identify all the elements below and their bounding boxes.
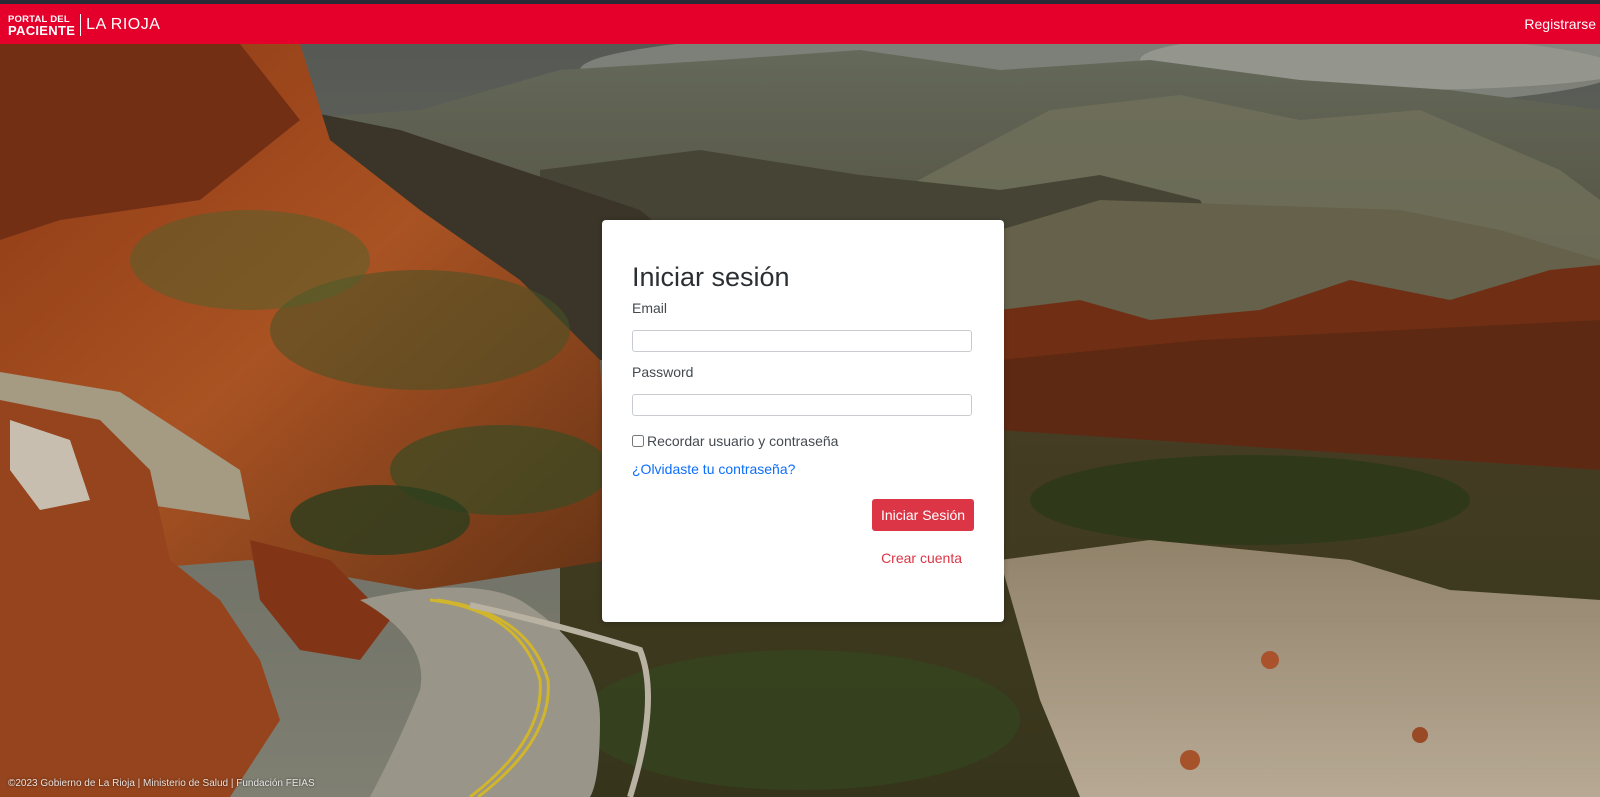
brand-line-2: PACIENTE xyxy=(8,22,76,38)
remember-checkbox[interactable] xyxy=(632,435,644,447)
create-account-link[interactable]: Crear cuenta xyxy=(881,550,962,566)
footer-copyright: ©2023 Gobierno de La Rioja | Ministerio … xyxy=(8,778,315,789)
register-link[interactable]: Registrarse xyxy=(1524,16,1596,32)
navbar: PORTAL DEL PACIENTE LA RIOJA Registrarse xyxy=(0,4,1600,44)
login-title: Iniciar sesión xyxy=(632,262,790,292)
email-input[interactable] xyxy=(632,330,972,352)
password-input[interactable] xyxy=(632,394,972,416)
remember-label: Recordar usuario y contraseña xyxy=(647,433,839,449)
brand-name: PORTAL DEL PACIENTE xyxy=(8,13,82,38)
forgot-password-link[interactable]: ¿Olvidaste tu contraseña? xyxy=(632,461,795,477)
remember-me[interactable]: Recordar usuario y contraseña xyxy=(632,433,838,449)
email-label: Email xyxy=(632,300,668,316)
page: PORTAL DEL PACIENTE LA RIOJA Registrarse… xyxy=(0,0,1600,797)
login-button[interactable]: Iniciar Sesión xyxy=(872,499,974,531)
password-label: Password xyxy=(632,364,694,380)
brand-region: LA RIOJA xyxy=(86,15,161,33)
login-card: Iniciar sesión Email Password Recordar u… xyxy=(602,220,1004,622)
brand-logo[interactable]: PORTAL DEL PACIENTE LA RIOJA xyxy=(8,12,160,37)
